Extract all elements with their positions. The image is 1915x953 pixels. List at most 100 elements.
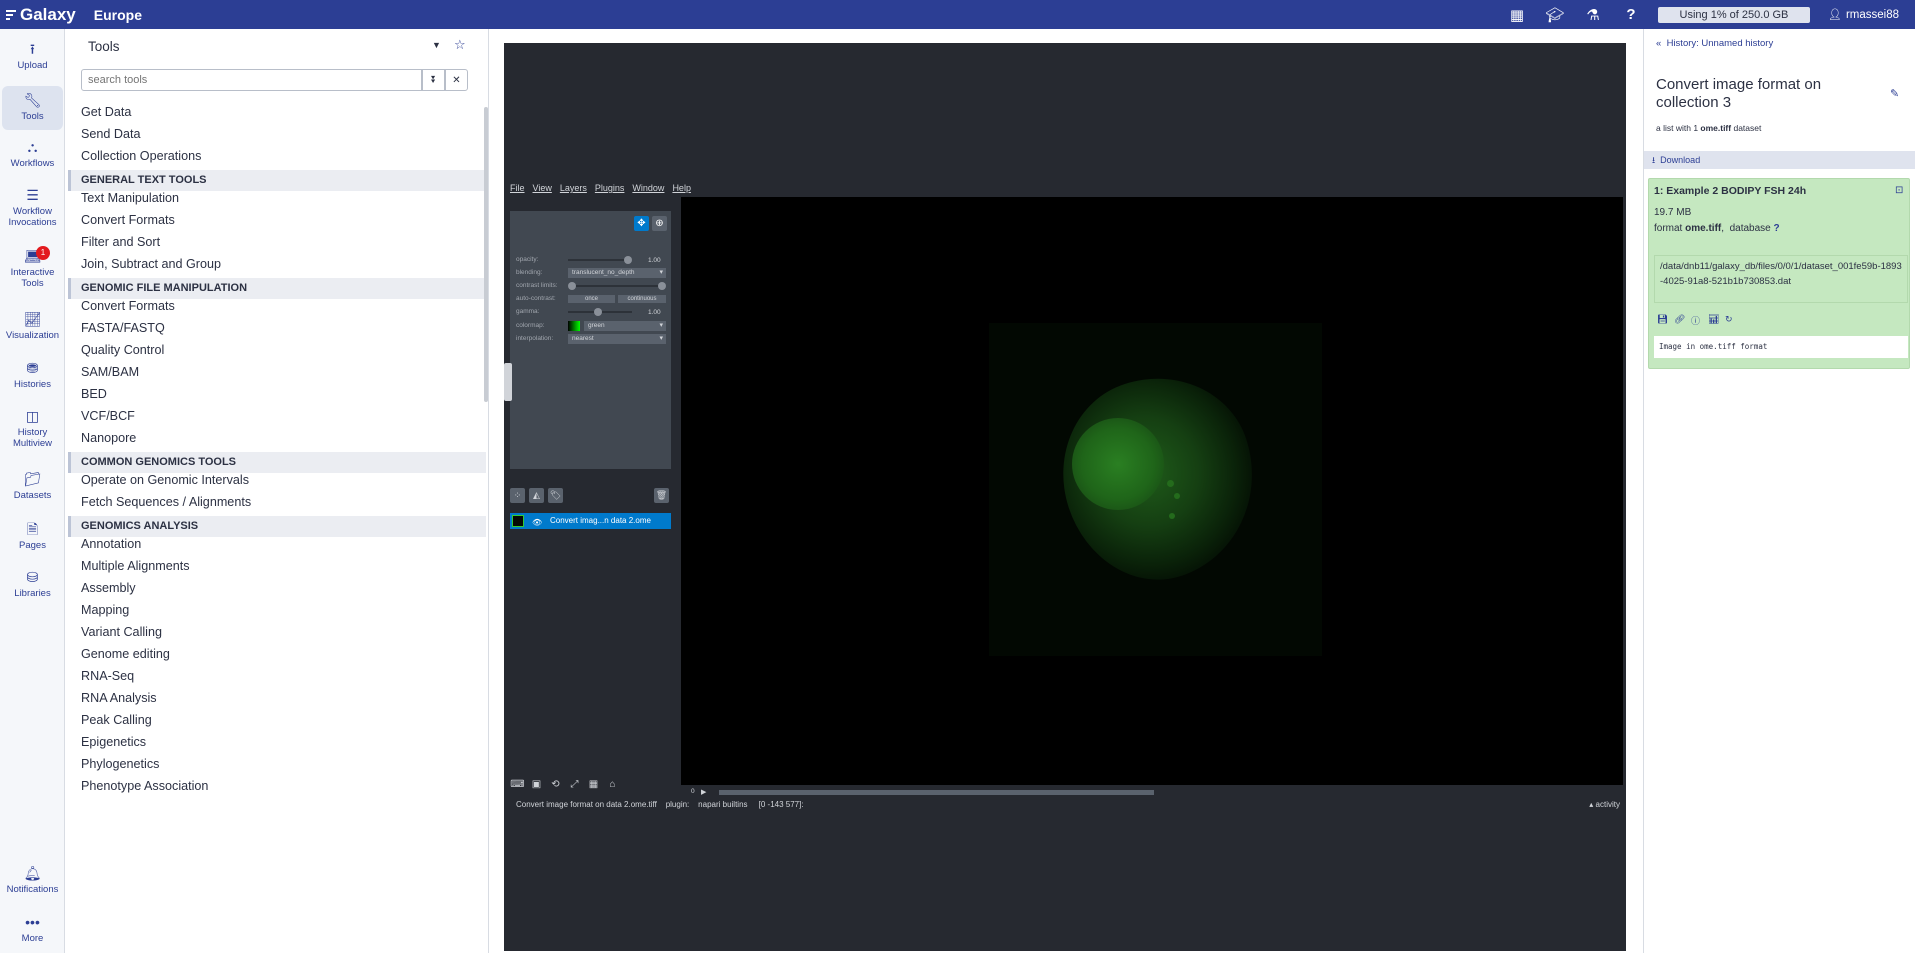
tool-category-link[interactable]: Join, Subtract and Group — [81, 257, 221, 271]
ndisplay-icon[interactable]: ▣ — [529, 777, 544, 792]
play-icon[interactable]: ▶ — [701, 788, 706, 796]
info-icon[interactable]: ⓘ — [1691, 314, 1708, 327]
tool-category-link[interactable]: Text Manipulation — [81, 191, 179, 205]
activity-invocations[interactable]: ☰ Workflow Invocations — [2, 187, 63, 233]
dims-slider-thumb[interactable] — [719, 790, 1154, 795]
tool-category-link[interactable]: SAM/BAM — [81, 365, 139, 379]
napari-menu-help[interactable]: Help — [672, 183, 691, 197]
tool-category-link[interactable]: Send Data — [81, 127, 141, 141]
activity-workflows[interactable]: ⛬ Workflows — [2, 139, 63, 173]
tool-section-header[interactable]: COMMON GENOMICS TOOLS — [68, 452, 486, 473]
blending-select[interactable]: translucent_no_depth — [568, 268, 666, 278]
back-to-history-link[interactable]: « History: Unnamed history — [1656, 38, 1773, 49]
tool-category-link[interactable]: FASTA/FASTQ — [81, 321, 165, 335]
pan-zoom-icon[interactable]: ⊕ — [652, 216, 667, 231]
dims-slider[interactable]: 0 ▶ — [681, 788, 1623, 796]
tool-category-link[interactable]: Phylogenetics — [81, 757, 159, 771]
star-icon[interactable]: ☆ — [454, 37, 466, 53]
tool-category-link[interactable]: Epigenetics — [81, 735, 146, 749]
new-labels-layer-icon[interactable]: 🏷︎ — [548, 488, 563, 503]
user-menu[interactable]: 👤︎ rmassei88 — [1828, 8, 1899, 22]
gamma-slider[interactable] — [568, 308, 632, 316]
home-icon[interactable]: ⌂ — [605, 777, 620, 792]
tool-category-link[interactable]: RNA-Seq — [81, 669, 134, 683]
tool-category-link[interactable]: Convert Formats — [81, 299, 175, 313]
tool-category-link[interactable]: Operate on Genomic Intervals — [81, 473, 249, 487]
napari-menu-layers[interactable]: Layers — [560, 183, 587, 197]
tool-category-link[interactable]: Multiple Alignments — [81, 559, 190, 573]
once-button[interactable]: once — [568, 295, 615, 303]
layer-row[interactable]: 👁︎ Convert imag...n data 2.ome — [510, 513, 671, 529]
advanced-search-button[interactable]: ⏬︎ — [422, 69, 445, 91]
tool-category-link[interactable]: BED — [81, 387, 107, 401]
opacity-slider[interactable] — [568, 256, 632, 264]
caret-down-icon[interactable]: ▼ — [432, 40, 441, 50]
graduation-cap-icon[interactable]: 🎓︎ — [1536, 0, 1574, 29]
roll-dims-icon[interactable]: ⟲ — [548, 777, 563, 792]
tool-category-link[interactable]: Nanopore — [81, 431, 136, 445]
tool-category-link[interactable]: RNA Analysis — [81, 691, 157, 705]
transform-icon[interactable]: ✥ — [634, 216, 649, 231]
activity-more[interactable]: ••• More — [2, 914, 63, 948]
activity-libraries[interactable]: ⛁ Libraries — [2, 569, 63, 603]
new-points-layer-icon[interactable]: ⁘ — [510, 488, 525, 503]
tool-category-link[interactable]: Convert Formats — [81, 213, 175, 227]
tool-section-header[interactable]: GENERAL TEXT TOOLS — [68, 170, 486, 191]
image-canvas[interactable] — [681, 197, 1623, 785]
brand-link[interactable]: Galaxy — [0, 0, 76, 29]
new-shapes-layer-icon[interactable]: ◭ — [529, 488, 544, 503]
delete-layer-icon[interactable]: 🗑︎ — [654, 488, 669, 503]
tool-category-link[interactable]: Variant Calling — [81, 625, 162, 639]
eye-icon[interactable]: 👁︎ — [532, 515, 542, 531]
dock-resize-handle[interactable] — [504, 363, 512, 401]
activity-datasets[interactable]: 📁︎ Datasets — [2, 471, 63, 505]
tool-category-link[interactable]: Quality Control — [81, 343, 164, 357]
tool-category-link[interactable]: VCF/BCF — [81, 409, 135, 423]
rerun-icon[interactable]: ↻ — [1725, 314, 1742, 327]
visualize-icon[interactable]: ⊡ — [1895, 185, 1903, 196]
download-collection-button[interactable]: ⭳ Download — [1644, 151, 1915, 169]
tool-category-link[interactable]: Assembly — [81, 581, 136, 595]
tool-category-link[interactable]: Mapping — [81, 603, 129, 617]
tool-category-link[interactable]: Fetch Sequences / Alignments — [81, 495, 251, 509]
napari-menu-file[interactable]: File — [510, 183, 525, 197]
activity-toggle[interactable]: ▴ activity — [1589, 800, 1620, 809]
save-icon[interactable]: 💾︎ — [1657, 314, 1674, 327]
tool-category-link[interactable]: Phenotype Association — [81, 779, 208, 793]
activity-pages[interactable]: 🗎 Pages — [2, 521, 63, 555]
napari-menu-view[interactable]: View — [533, 183, 552, 197]
pencil-icon[interactable]: ✎ — [1890, 87, 1899, 100]
clear-search-button[interactable]: ✕ — [445, 69, 468, 91]
transpose-icon[interactable]: ⤢ — [567, 777, 582, 792]
continuous-button[interactable]: continuous — [618, 295, 666, 303]
tool-section-header[interactable]: GENOMICS ANALYSIS — [68, 516, 486, 537]
colormap-select[interactable]: green — [584, 321, 666, 331]
flask-icon[interactable]: ⚗ — [1574, 0, 1612, 29]
panel-divider[interactable] — [488, 29, 489, 953]
napari-menu-window[interactable]: Window — [632, 183, 664, 197]
activity-tools[interactable]: 🔧︎ Tools — [2, 86, 63, 130]
tool-category-link[interactable]: Get Data — [81, 105, 131, 119]
tool-category-link[interactable]: Collection Operations — [81, 149, 201, 163]
tool-category-link[interactable]: Annotation — [81, 537, 141, 551]
quota-meter[interactable]: Using 1% of 250.0 GB — [1657, 6, 1810, 23]
tool-search-input[interactable] — [81, 69, 422, 91]
chart-icon[interactable]: 📊︎ — [1708, 314, 1725, 327]
link-icon[interactable]: 🔗︎ — [1674, 314, 1691, 327]
activity-history-multiview[interactable]: ◫ History Multiview — [2, 408, 63, 454]
tool-category-link[interactable]: Filter and Sort — [81, 235, 160, 249]
activity-interactive-tools[interactable]: 💻︎ 1 Interactive Tools — [2, 246, 63, 294]
activity-upload[interactable]: ⭱ Upload — [2, 41, 63, 75]
grid-icon[interactable]: ▦ — [586, 777, 601, 792]
napari-menu-plugins[interactable]: Plugins — [595, 183, 625, 197]
activity-visualization[interactable]: 📈︎ Visualization — [2, 311, 63, 345]
dataset-title[interactable]: 1: Example 2 BODIPY FSH 24h — [1654, 185, 1806, 197]
tool-category-link[interactable]: Peak Calling — [81, 713, 152, 727]
tool-category-link[interactable]: Genome editing — [81, 647, 170, 661]
apps-grid-icon[interactable]: ▦ — [1498, 0, 1536, 29]
activity-notifications[interactable]: 🔔︎ Notifications — [2, 865, 63, 899]
tool-section-header[interactable]: GENOMIC FILE MANIPULATION — [68, 278, 486, 299]
interpolation-select[interactable]: nearest — [568, 334, 666, 344]
activity-histories[interactable]: ⛃ Histories — [2, 360, 63, 394]
help-icon[interactable]: ? — [1612, 0, 1650, 29]
